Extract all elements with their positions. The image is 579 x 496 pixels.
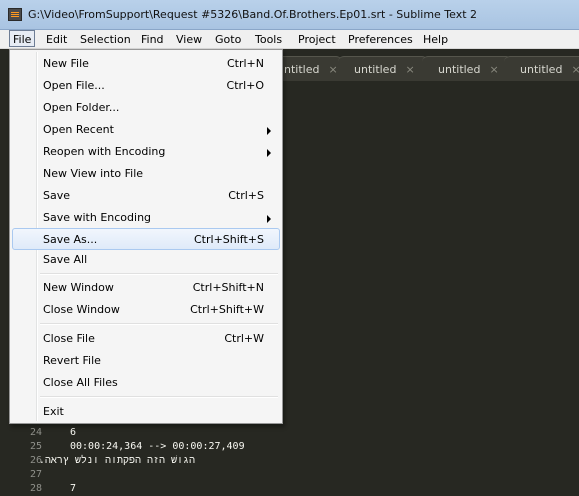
menu-item-open-recent[interactable]: Open Recent — [12, 119, 280, 140]
line-number: 28 — [30, 483, 43, 494]
menu-selection[interactable]: Selection — [80, 32, 131, 47]
menu-separator — [40, 273, 278, 275]
tab-label: ntitled — [284, 63, 320, 76]
menu-item-label: Close Window — [43, 303, 120, 316]
menu-separator — [40, 323, 278, 325]
tab-label: untitled — [438, 63, 481, 76]
menu-find[interactable]: Find — [141, 32, 164, 47]
menu-item-label: New Window — [43, 281, 114, 294]
line-text: 6 — [70, 427, 77, 438]
tab-close-icon[interactable]: × — [405, 63, 414, 76]
file-menu-dropdown: New File Ctrl+N Open File... Ctrl+O Open… — [9, 49, 283, 424]
line-number: 24 — [30, 427, 43, 438]
menu-item-save-all[interactable]: Save All — [12, 249, 280, 270]
menu-item-shortcut: Ctrl+S — [228, 189, 264, 202]
menu-goto[interactable]: Goto — [215, 32, 241, 47]
title-bar: G:\Video\FromSupport\Request #5326\Band.… — [0, 0, 579, 30]
menu-item-shortcut: Ctrl+W — [224, 332, 264, 345]
menu-item-new-window[interactable]: New Window Ctrl+Shift+N — [12, 277, 280, 298]
menu-preferences[interactable]: Preferences — [348, 32, 413, 47]
tab-close-icon[interactable]: × — [571, 63, 579, 76]
window-title: G:\Video\FromSupport\Request #5326\Band.… — [28, 8, 478, 21]
menu-bar: File Edit Selection Find View Goto Tools… — [0, 30, 579, 49]
menu-view[interactable]: View — [176, 32, 202, 47]
tab-label: untitled — [354, 63, 397, 76]
menu-item-label: Close All Files — [43, 376, 118, 389]
submenu-arrow-icon — [267, 127, 271, 135]
menu-item-shortcut: Ctrl+N — [226, 57, 264, 70]
menu-separator — [40, 396, 278, 398]
tab-untitled-3[interactable]: untitled × — [422, 56, 512, 81]
menu-item-label: Open File... — [43, 79, 105, 92]
menu-item-shortcut: Ctrl+Shift+S — [194, 233, 264, 246]
menu-item-label: Save As... — [43, 233, 98, 246]
menu-item-label: New File — [43, 57, 89, 70]
menu-item-label: Revert File — [43, 354, 101, 367]
menu-item-shortcut: Ctrl+Shift+N — [192, 281, 264, 294]
submenu-arrow-icon — [267, 215, 271, 223]
menu-item-label: Open Folder... — [43, 101, 120, 114]
menu-item-shortcut: Ctrl+Shift+W — [190, 303, 264, 316]
menu-item-label: Save All — [43, 253, 88, 266]
tab-untitled-2[interactable]: untitled × — [338, 56, 428, 81]
line-text: הגושׁ הזה הפקתוה ונלש ץראה. — [38, 455, 195, 466]
menu-item-save-with-encoding[interactable]: Save with Encoding — [12, 207, 280, 228]
tab-close-icon[interactable]: × — [328, 63, 337, 76]
tab-untitled-4[interactable]: untitled × — [504, 56, 579, 81]
menu-item-open-file[interactable]: Open File... Ctrl+O — [12, 75, 280, 96]
line-text: 00:00:24,364 --> 00:00:27,409 — [70, 441, 245, 452]
menu-project[interactable]: Project — [298, 32, 336, 47]
menu-file[interactable]: File — [9, 30, 36, 47]
menu-item-open-folder[interactable]: Open Folder... — [12, 97, 280, 118]
sublime-app-icon[interactable] — [8, 8, 22, 21]
tab-label: untitled — [520, 63, 563, 76]
line-text: 7 — [70, 483, 77, 494]
menu-item-label: Reopen with Encoding — [43, 145, 166, 158]
menu-item-reopen-with-encoding[interactable]: Reopen with Encoding — [12, 141, 280, 162]
menu-item-shortcut: Ctrl+O — [226, 79, 264, 92]
menu-item-close-all-files[interactable]: Close All Files — [12, 372, 280, 393]
menu-item-new-file[interactable]: New File Ctrl+N — [12, 53, 280, 74]
line-number: 25 — [30, 441, 43, 452]
menu-tools[interactable]: Tools — [255, 32, 282, 47]
menu-edit[interactable]: Edit — [46, 32, 67, 47]
menu-item-label: Save with Encoding — [43, 211, 152, 224]
menu-item-new-view-into-file[interactable]: New View into File — [12, 163, 280, 184]
menu-help[interactable]: Help — [423, 32, 448, 47]
menu-item-close-file[interactable]: Close File Ctrl+W — [12, 328, 280, 349]
menu-item-save[interactable]: Save Ctrl+S — [12, 185, 280, 206]
menu-item-label: New View into File — [43, 167, 144, 180]
line-number: 27 — [30, 469, 43, 480]
menu-item-label: Exit — [43, 405, 64, 418]
menu-item-close-window[interactable]: Close Window Ctrl+Shift+W — [12, 299, 280, 320]
menu-item-label: Save — [43, 189, 71, 202]
menu-item-save-as[interactable]: Save As... Ctrl+Shift+S — [12, 228, 280, 250]
tab-close-icon[interactable]: × — [489, 63, 498, 76]
menu-item-exit[interactable]: Exit — [12, 401, 280, 422]
menu-item-revert-file[interactable]: Revert File — [12, 350, 280, 371]
menu-item-label: Close File — [43, 332, 95, 345]
menu-item-label: Open Recent — [43, 123, 114, 136]
submenu-arrow-icon — [267, 149, 271, 157]
